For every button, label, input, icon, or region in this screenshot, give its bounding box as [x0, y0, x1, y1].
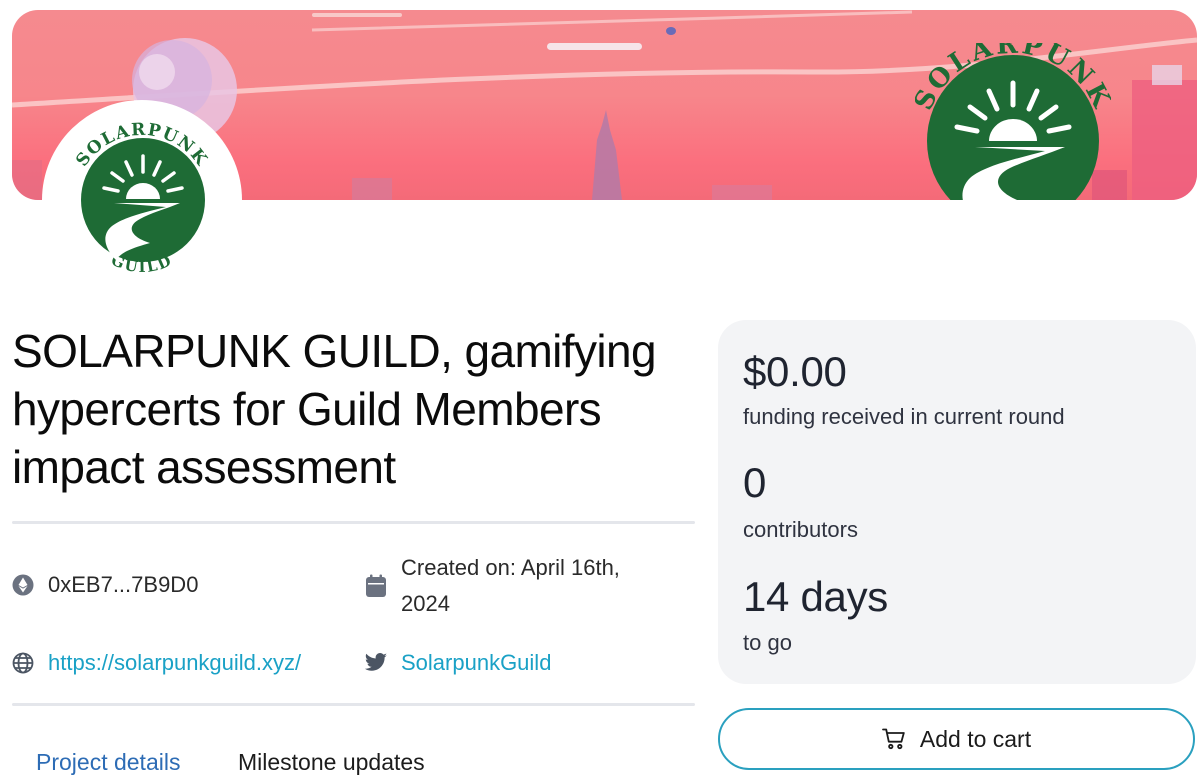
project-title: SOLARPUNK GUILD, gamifying hypercerts fo… — [12, 325, 657, 493]
funding-label: funding received in current round — [743, 404, 1065, 429]
banner-logo: SOLARPUNK — [915, 43, 1111, 200]
divider — [12, 521, 695, 524]
owner-address-text: 0xEB7...7B9D0 — [48, 572, 199, 597]
shopping-cart-icon — [881, 726, 908, 752]
owner-address: 0xEB7...7B9D0 — [11, 567, 198, 603]
twitter-bird-icon — [364, 651, 388, 675]
twitter-link[interactable]: SolarpunkGuild — [401, 645, 551, 681]
funding-amount: $0.00 — [743, 348, 847, 395]
add-to-cart-label: Add to cart — [919, 725, 1032, 752]
project-avatar: SOLARPUNK GUILD — [42, 100, 242, 300]
round-stats-card: $0.00 funding received in current round … — [718, 320, 1196, 684]
twitter: SolarpunkGuild — [364, 645, 551, 681]
website: https://solarpunkguild.xyz/ — [11, 645, 301, 681]
tab-project-details[interactable]: Project details — [36, 744, 180, 777]
globe-icon — [11, 651, 35, 675]
add-to-cart-button[interactable]: Add to cart — [718, 708, 1195, 770]
tab-milestone-updates[interactable]: Milestone updates — [238, 744, 425, 777]
created-date-text: Created on: April 16th, 2024 — [401, 555, 620, 616]
solarpunk-guild-logo: SOLARPUNK GUILD — [72, 120, 210, 277]
website-link[interactable]: https://solarpunkguild.xyz/ — [48, 645, 301, 681]
calendar-icon — [364, 574, 388, 598]
contributors-label: contributors — [743, 517, 858, 542]
created-date: Created on: April 16th, 2024 — [364, 550, 671, 622]
contributors-count: 0 — [743, 459, 767, 506]
time-remaining-label: to go — [743, 630, 792, 655]
divider — [12, 703, 695, 706]
ethereum-icon — [11, 573, 35, 597]
time-remaining: 14 days — [743, 573, 889, 620]
